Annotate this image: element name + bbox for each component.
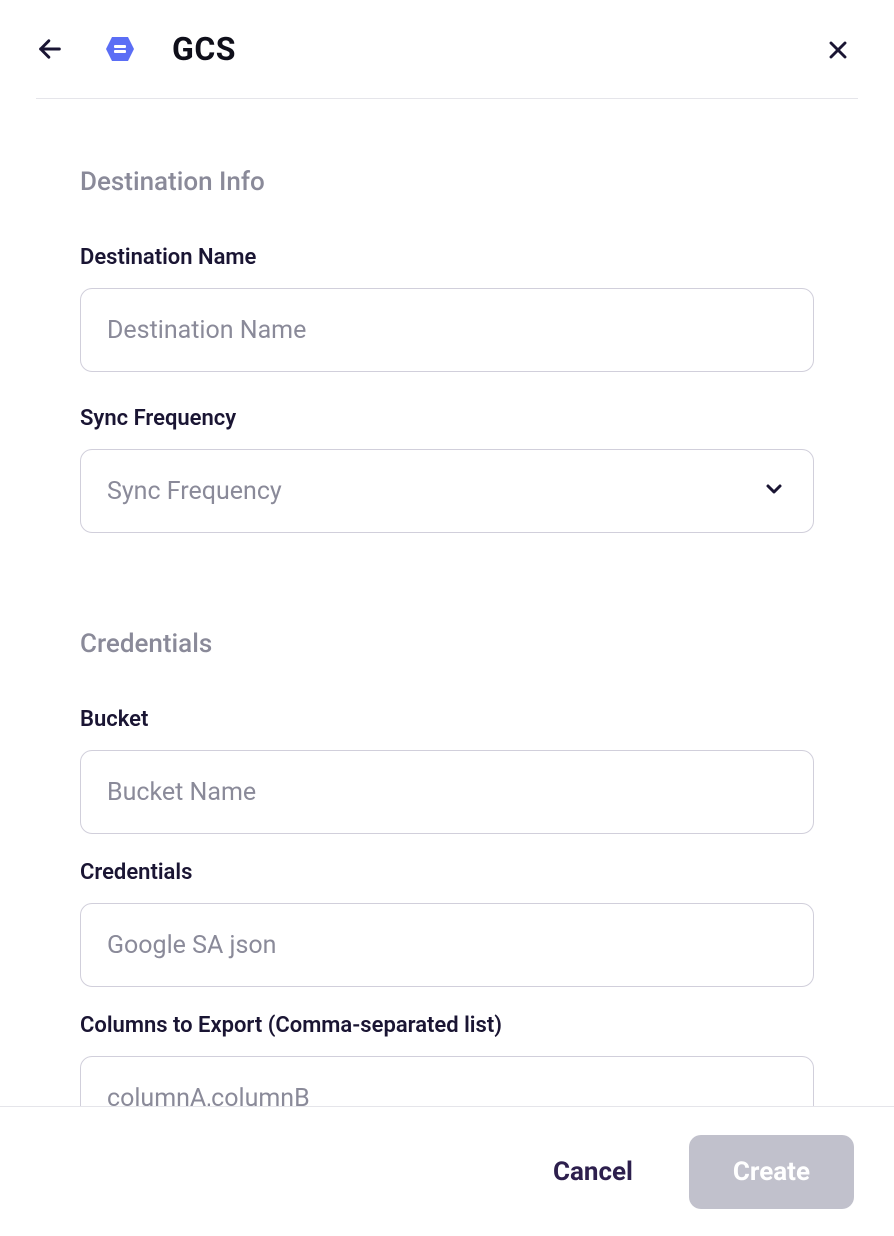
page-title: GCS <box>172 30 236 68</box>
field-group-sync-frequency: Sync Frequency Sync Frequency <box>80 406 814 533</box>
destination-name-label: Destination Name <box>80 245 814 270</box>
create-button[interactable]: Create <box>689 1135 854 1209</box>
section-title-destination-info: Destination Info <box>80 167 814 197</box>
gcs-logo-icon <box>104 33 136 65</box>
sync-frequency-label: Sync Frequency <box>80 406 814 431</box>
field-group-destination-name: Destination Name <box>80 245 814 372</box>
field-group-bucket: Bucket <box>80 707 814 834</box>
back-arrow-icon[interactable] <box>36 35 64 63</box>
close-icon[interactable] <box>824 36 852 64</box>
sync-frequency-select-wrapper: Sync Frequency <box>80 449 814 533</box>
credentials-input[interactable] <box>80 903 814 987</box>
destination-name-input[interactable] <box>80 288 814 372</box>
bucket-input[interactable] <box>80 750 814 834</box>
footer: Cancel Create <box>0 1106 894 1236</box>
columns-to-export-label: Columns to Export (Comma-separated list) <box>80 1013 814 1038</box>
credentials-label: Credentials <box>80 860 814 885</box>
bucket-label: Bucket <box>80 707 814 732</box>
field-group-credentials: Credentials <box>80 860 814 987</box>
header: GCS <box>0 0 894 98</box>
field-group-columns-to-export: Columns to Export (Comma-separated list) <box>80 1013 814 1115</box>
section-title-credentials: Credentials <box>80 629 814 659</box>
cancel-button[interactable]: Cancel <box>529 1145 657 1199</box>
sync-frequency-select[interactable]: Sync Frequency <box>80 449 814 533</box>
content-area: Destination Info Destination Name Sync F… <box>0 99 894 1115</box>
